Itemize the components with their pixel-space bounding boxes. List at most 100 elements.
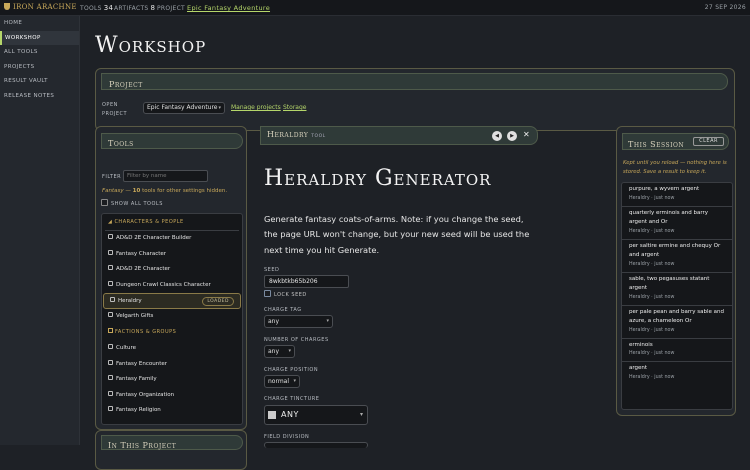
session-item[interactable]: argent Heraldry · just now xyxy=(622,362,732,385)
project-panel-header: Project xyxy=(101,73,728,90)
charge-tincture-value: ANY xyxy=(281,410,299,419)
tool-item[interactable]: Fantasy Religion xyxy=(102,403,242,419)
sidebar-item-result-vault[interactable]: RESULT VAULT xyxy=(0,74,79,89)
tools-stat-label: TOOLS xyxy=(80,5,102,12)
sidebar-item-workshop[interactable]: WORKSHOP xyxy=(0,30,79,45)
tool-item-label: AD&D 2E Character Builder xyxy=(116,235,192,241)
project-select[interactable]: Epic Fantasy Adventure ▾ xyxy=(143,102,225,114)
shield-icon xyxy=(4,3,10,10)
charge-tincture-select[interactable]: ANY ▾ xyxy=(264,405,368,425)
play-icon[interactable]: ▶ xyxy=(507,131,517,141)
tool-description: Generate fantasy coats-of-arms. Note: if… xyxy=(264,214,530,255)
field-division-select[interactable] xyxy=(264,442,368,448)
tool-item[interactable]: Dungeon Crawl Classics Character xyxy=(102,278,242,294)
tool-item[interactable]: Fantasy Encounter xyxy=(102,357,242,373)
tools-count: 34 xyxy=(103,4,114,12)
tool-icon xyxy=(108,375,113,380)
tool-icon xyxy=(108,406,113,411)
tool-item-label: Dungeon Crawl Classics Character xyxy=(116,281,211,288)
lock-seed-toggle[interactable]: LOCK SEED xyxy=(264,290,307,298)
filter-input[interactable] xyxy=(123,170,208,182)
seed-input[interactable]: 8wkbtkb65b206 xyxy=(264,275,349,288)
sidebar-item-all-tools[interactable]: ALL TOOLS xyxy=(0,45,79,60)
top-bar: IRON ARACHNE TOOLS 34 ARTIFACTS 8 PROJECT E… xyxy=(0,0,750,16)
tool-icon xyxy=(108,280,113,286)
session-item[interactable]: sable, two pegasuses statant argent Heral… xyxy=(622,273,732,306)
tool-icon xyxy=(110,297,115,302)
show-all-label: SHOW ALL TOOLS xyxy=(111,201,163,207)
session-item[interactable]: per pale pean and barry sable and azure,… xyxy=(622,306,732,339)
loaded-badge: LOADED xyxy=(202,297,234,306)
tools-stat: TOOLS 34 xyxy=(80,4,113,12)
session-item[interactable]: quarterly erminois and barry argent and … xyxy=(622,207,732,240)
charge-position-value: normal xyxy=(268,378,290,385)
in-project-panel-header: In This Project xyxy=(101,435,243,450)
session-item-meta: Heraldry · just now xyxy=(629,374,675,380)
sidebar-item-home[interactable]: HOME xyxy=(0,16,79,31)
charge-position-label: CHARGE POSITION xyxy=(264,367,319,373)
sidebar-item-projects[interactable]: PROJECTS xyxy=(0,60,79,75)
tool-toolbar-sub: TOOL xyxy=(311,134,326,139)
tool-item-label: AD&D 2E Character xyxy=(116,266,171,272)
lock-seed-label: LOCK SEED xyxy=(274,292,307,298)
clear-button[interactable]: CLEAR xyxy=(693,137,724,146)
session-item[interactable]: per saltire ermine and chequy Or and arg… xyxy=(622,240,732,273)
group-header[interactable]: ◢ CHARACTERS & PEOPLE xyxy=(105,214,239,231)
tool-item[interactable]: Velgarth Gifts xyxy=(102,309,242,325)
session-panel-header: This Session CLEAR xyxy=(622,133,729,150)
session-item-text: purpure, a wyvern argent xyxy=(629,186,700,192)
number-of-charges-select[interactable]: any ▾ xyxy=(264,345,295,358)
session-item-meta: Heraldry · just now xyxy=(629,228,675,234)
artifacts-stat: ARTIFACTS 8 xyxy=(114,4,155,12)
tool-item[interactable]: AD&D 2E Character xyxy=(102,262,242,278)
sidebar-item-release-notes[interactable]: RELEASE NOTES xyxy=(0,89,79,104)
show-all-toggle[interactable]: SHOW ALL TOOLS xyxy=(101,199,163,207)
brand-logo[interactable]: IRON ARACHNE xyxy=(4,3,77,11)
session-item-text: per saltire ermine and chequy Or and arg… xyxy=(629,242,721,259)
filter-label: FILTER xyxy=(102,174,122,180)
tool-item-label: Heraldry xyxy=(118,298,142,304)
close-icon[interactable]: ✕ xyxy=(523,130,530,139)
tool-list: ◢ CHARACTERS & PEOPLE AD&D 2E Character … xyxy=(101,213,243,425)
group-icon xyxy=(108,328,113,333)
session-item-meta: Heraldry · just now xyxy=(629,294,675,300)
open-project-label: OPEN PROJECT xyxy=(102,101,127,119)
session-note: Kept until you reload — nothing here is … xyxy=(623,160,727,175)
session-item[interactable]: erminois Heraldry · just now xyxy=(622,339,732,362)
tool-item[interactable]: Fantasy Organization xyxy=(102,388,242,404)
tool-item[interactable]: Culture xyxy=(102,341,242,357)
storage-link[interactable]: Storage xyxy=(283,104,306,111)
tools-panel-header: Tools xyxy=(101,133,243,149)
tool-item[interactable]: AD&D 2E Character Builder xyxy=(102,231,242,247)
hint-genre: Fantasy xyxy=(102,188,124,194)
date-display: 27 SEP 2026 xyxy=(704,4,746,11)
group-label: CHARACTERS & PEOPLE xyxy=(114,219,184,225)
project-link[interactable]: Epic Fantasy Adventure xyxy=(187,4,270,12)
charge-position-select[interactable]: normal ▾ xyxy=(264,375,300,388)
lock-seed-checkbox[interactable] xyxy=(264,290,271,297)
charge-tincture-label: CHARGE TINCTURE xyxy=(264,396,320,402)
chevron-down-icon: ▾ xyxy=(218,105,221,111)
session-list: purpure, a wyvern argent Heraldry · just … xyxy=(621,182,733,410)
tool-item[interactable]: Fantasy Family xyxy=(102,372,242,388)
manage-projects-link[interactable]: Manage projects xyxy=(231,104,281,111)
chevron-down-icon: ▾ xyxy=(288,348,291,354)
project-stat: PROJECT Epic Fantasy Adventure xyxy=(157,4,270,12)
session-item[interactable]: purpure, a wyvern argent Heraldry · just … xyxy=(622,183,732,207)
tool-icon xyxy=(108,234,113,239)
tool-icon xyxy=(108,344,113,349)
open-project-label-line2: PROJECT xyxy=(102,111,128,117)
group-header[interactable]: FACTIONS & GROUPS xyxy=(105,324,239,341)
hint-count: 10 xyxy=(132,188,141,194)
tool-item-label: Fantasy Character xyxy=(116,250,167,257)
charge-tag-select[interactable]: any ▾ xyxy=(264,315,333,328)
prev-icon[interactable]: ◀ xyxy=(492,131,502,141)
tool-item-selected[interactable]: Heraldry LOADED xyxy=(103,293,241,309)
session-item-meta: Heraldry · just now xyxy=(629,351,675,356)
number-of-charges-label: NUMBER OF CHARGES xyxy=(264,337,329,343)
show-all-checkbox[interactable] xyxy=(101,199,108,206)
charge-tag-label: CHARGE TAG xyxy=(264,307,302,313)
tool-item[interactable]: Fantasy Character xyxy=(102,247,242,263)
tool-icon xyxy=(108,249,113,255)
tool-toolbar-title: Heraldry TOOL xyxy=(267,130,326,139)
